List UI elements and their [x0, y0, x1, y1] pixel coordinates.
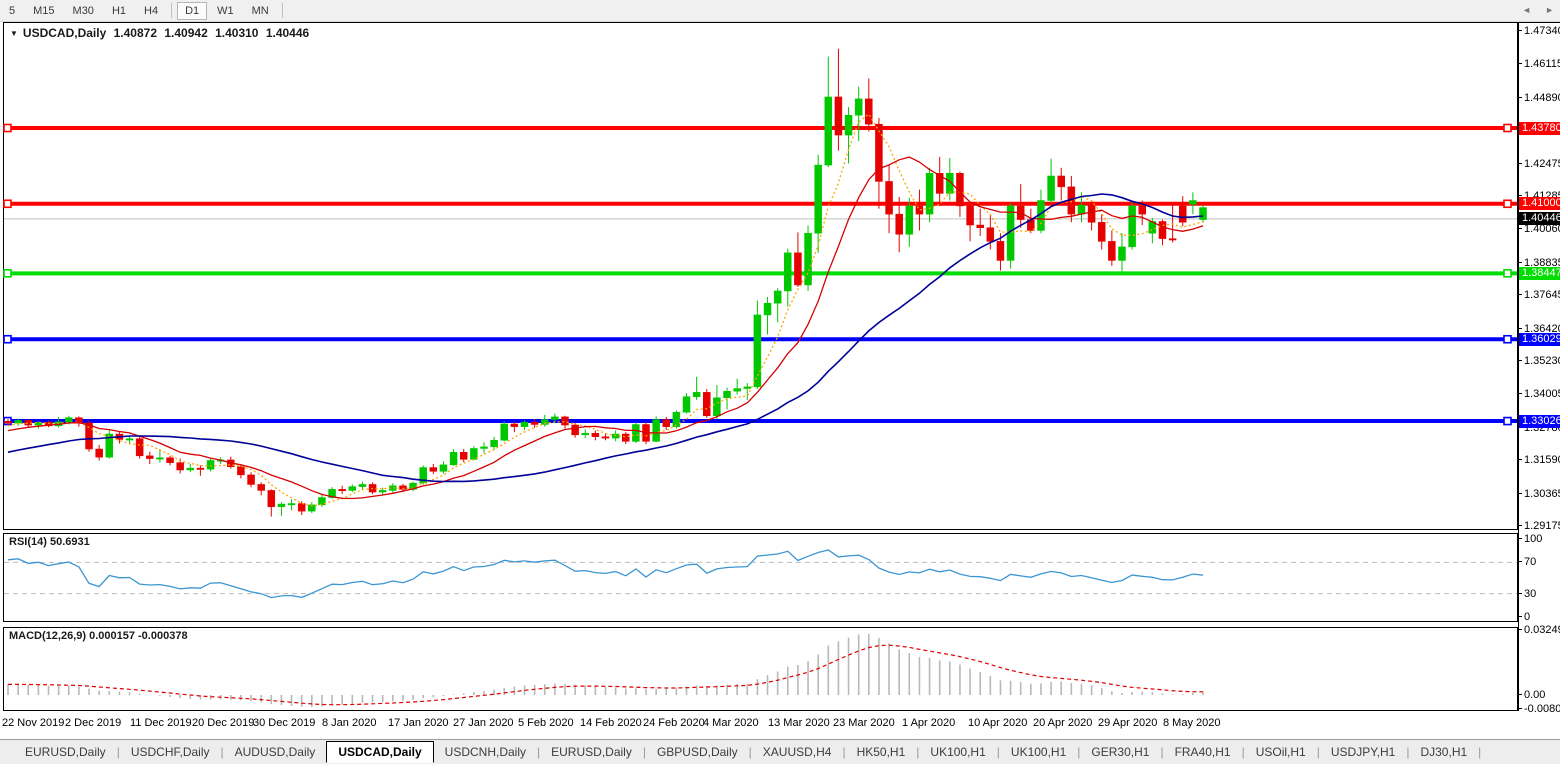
- tab-scroll-nav: ◄ ►: [1522, 5, 1554, 15]
- price-axis-tick: 1.47340: [1524, 25, 1560, 37]
- date-axis-label: 11 Dec 2019: [130, 717, 192, 729]
- ohlc-high: 1.40942: [164, 26, 207, 40]
- date-axis-label: 27 Jan 2020: [453, 717, 514, 729]
- price-axis-tick: 1.44890: [1524, 92, 1560, 104]
- date-axis-label: 20 Dec 2019: [192, 717, 254, 729]
- date-axis-label: 23 Mar 2020: [833, 717, 895, 729]
- timeframe-toolbar: 5M15M30H1H4 D1W1MN: [0, 0, 1560, 22]
- price-axis-tick: 1.35230: [1524, 355, 1560, 367]
- date-axis-label: 1 Apr 2020: [902, 717, 955, 729]
- chart-tab-fra40-h1[interactable]: FRA40,H1: [1164, 742, 1242, 762]
- chart-tab-gbpusd-daily[interactable]: GBPUSD,Daily: [646, 742, 749, 762]
- chart-tab-hk50-h1[interactable]: HK50,H1: [846, 742, 917, 762]
- date-axis-label: 5 Feb 2020: [518, 717, 574, 729]
- tab-separator: |: [1478, 745, 1481, 759]
- date-axis-label: 30 Dec 2019: [253, 717, 315, 729]
- macd-axis-tick: -0.008086: [1524, 703, 1560, 715]
- rsi-indicator-pane[interactable]: [3, 533, 1518, 622]
- chart-tab-audusd-daily[interactable]: AUDUSD,Daily: [224, 742, 327, 762]
- tab-scroll-left-icon[interactable]: ◄: [1522, 5, 1531, 15]
- date-axis-label: 22 Nov 2019: [2, 717, 64, 729]
- chart-tab-uk100-h1[interactable]: UK100,H1: [919, 742, 996, 762]
- price-axis-tick: 1.31590: [1524, 454, 1560, 466]
- price-line-label: 1.38447: [1519, 267, 1560, 280]
- chart-tabs: EURUSD,Daily|USDCHF,Daily|AUDUSD,DailyUS…: [0, 739, 1560, 764]
- chart-tab-uk100-h1[interactable]: UK100,H1: [1000, 742, 1077, 762]
- rsi-axis-tick: 0: [1524, 611, 1530, 623]
- chart-tab-usdcnh-daily[interactable]: USDCNH,Daily: [434, 742, 537, 762]
- timeframe-button-mn[interactable]: MN: [244, 2, 277, 20]
- date-axis-label: 10 Apr 2020: [968, 717, 1027, 729]
- timeframe-button-h1[interactable]: H1: [104, 2, 134, 20]
- chart-tab-ger30-h1[interactable]: GER30,H1: [1080, 742, 1160, 762]
- timeframe-button-m15[interactable]: M15: [25, 2, 62, 20]
- price-axis-tick: 1.42475: [1524, 158, 1560, 170]
- price-line-label: 1.36029: [1519, 333, 1560, 346]
- timeframe-button-d1[interactable]: D1: [177, 2, 207, 20]
- main-chart-pane[interactable]: [3, 22, 1518, 530]
- date-axis-label: 14 Feb 2020: [580, 717, 642, 729]
- toolbar-separator: [282, 3, 283, 18]
- timeframe-button-5[interactable]: 5: [1, 2, 23, 20]
- chart-tab-eurusd-daily[interactable]: EURUSD,Daily: [540, 742, 643, 762]
- price-axis-tick: 1.46115: [1524, 58, 1560, 70]
- date-axis[interactable]: 22 Nov 20192 Dec 2019 11 Dec 201920 Dec 2…: [0, 711, 1560, 737]
- macd-panel-label: MACD(12,26,9) 0.000157 -0.000378: [9, 630, 188, 642]
- chart-tab-xauusd-h4[interactable]: XAUUSD,H4: [752, 742, 843, 762]
- price-line-label: 1.41000: [1519, 197, 1560, 210]
- chart-tab-eurusd-daily[interactable]: EURUSD,Daily: [14, 742, 117, 762]
- price-line-label: 1.43780: [1519, 122, 1560, 135]
- macd-axis-tick: 0.00: [1524, 689, 1545, 701]
- rsi-axis-tick: 100: [1524, 533, 1542, 545]
- tab-scroll-right-icon[interactable]: ►: [1545, 5, 1554, 15]
- date-axis-label: 13 Mar 2020: [768, 717, 830, 729]
- date-axis-label: 8 Jan 2020: [322, 717, 376, 729]
- rsi-axis-tick: 70: [1524, 556, 1536, 568]
- chart-tab-usdcad-daily[interactable]: USDCAD,Daily: [326, 741, 433, 763]
- date-axis-label: 2 Dec 2019: [65, 717, 121, 729]
- price-axis-tick: 1.34005: [1524, 388, 1560, 400]
- date-axis-label: 24 Feb 2020: [643, 717, 705, 729]
- date-axis-label: 4 Mar 2020: [703, 717, 759, 729]
- date-axis-label: 20 Apr 2020: [1033, 717, 1092, 729]
- macd-indicator-pane[interactable]: [3, 627, 1518, 711]
- chart-tab-usdchf-daily[interactable]: USDCHF,Daily: [120, 742, 221, 762]
- price-axis-tick: 1.37645: [1524, 289, 1560, 301]
- rsi-axis-tick: 30: [1524, 588, 1536, 600]
- timeframe-button-m30[interactable]: M30: [65, 2, 102, 20]
- price-line-label: 1.33026: [1519, 415, 1560, 428]
- date-axis-label: 17 Jan 2020: [388, 717, 449, 729]
- timeframe-button-h4[interactable]: H4: [136, 2, 166, 20]
- date-axis-label: 29 Apr 2020: [1098, 717, 1157, 729]
- price-axis-tick: 1.30365: [1524, 488, 1560, 500]
- toolbar-separator: [171, 3, 172, 18]
- ohlc-low: 1.40310: [215, 26, 258, 40]
- current-price-label: 1.40446: [1519, 212, 1560, 225]
- chart-tab-dj30-h1[interactable]: DJ30,H1: [1409, 742, 1478, 762]
- chart-header: ▼ USDCAD,Daily 1.40872 1.40942 1.40310 1.…: [10, 26, 313, 40]
- macd-axis-tick: 0.032493: [1524, 624, 1560, 636]
- ohlc-close: 1.40446: [266, 26, 309, 40]
- ohlc-open: 1.40872: [114, 26, 157, 40]
- rsi-panel-label: RSI(14) 50.6931: [9, 536, 90, 548]
- date-axis-label: 8 May 2020: [1163, 717, 1220, 729]
- chart-symbol-label: USDCAD,Daily: [23, 26, 106, 40]
- mt4-window: 5M15M30H1H4 D1W1MN ▼ USDCAD,Daily 1.40872 …: [0, 0, 1560, 764]
- chart-tab-usdjpy-h1[interactable]: USDJPY,H1: [1320, 742, 1406, 762]
- collapse-chart-icon[interactable]: ▼: [10, 29, 18, 38]
- timeframe-button-w1[interactable]: W1: [209, 2, 242, 20]
- price-axis-tick: 1.29175: [1524, 520, 1560, 532]
- chart-tab-usoil-h1[interactable]: USOil,H1: [1245, 742, 1317, 762]
